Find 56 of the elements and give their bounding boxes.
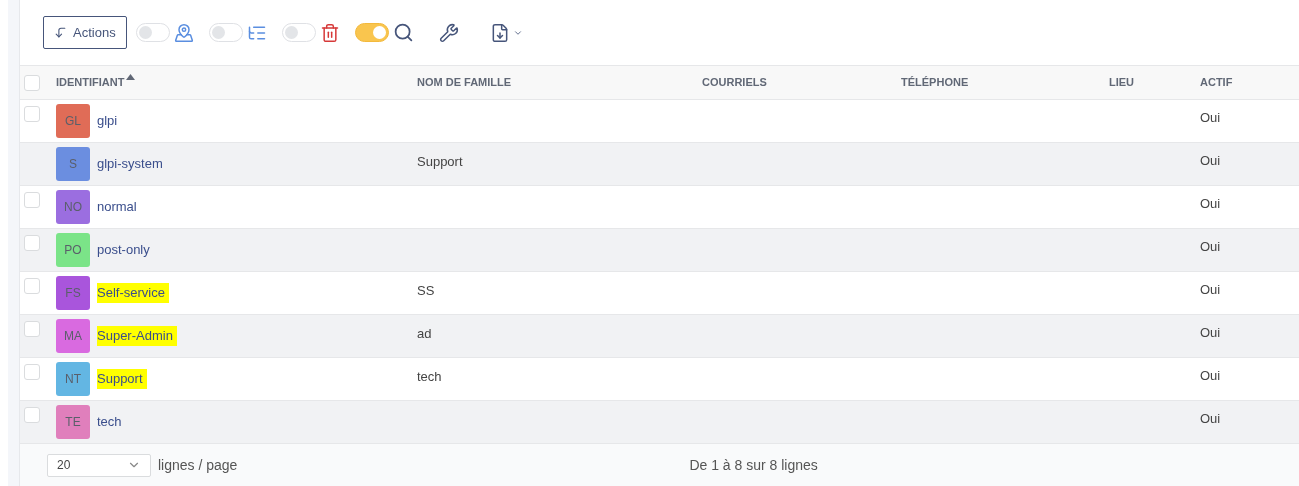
pagination-summary: De 1 à 8 sur 8 lignes (689, 455, 818, 475)
table-cell: Oui (1200, 411, 1221, 426)
column-header[interactable]: IDENTIFIANT (56, 74, 136, 91)
user-link[interactable]: normal (97, 197, 137, 217)
avatar: NO (56, 190, 90, 224)
avatar: TE (56, 405, 90, 439)
table-cell: Oui (1200, 325, 1221, 340)
user-link[interactable]: Self-service (97, 283, 169, 303)
user-link[interactable]: tech (97, 412, 122, 432)
table-cell: tech (417, 369, 442, 384)
user-link[interactable]: post-only (97, 240, 150, 260)
avatar: PO (56, 233, 90, 267)
wrench-icon[interactable] (438, 22, 459, 43)
delete-icon[interactable] (319, 22, 340, 43)
avatar: NT (56, 362, 90, 396)
table-cell: Oui (1200, 239, 1221, 254)
toggle-switch[interactable] (208, 23, 243, 42)
avatar: FS (56, 276, 90, 310)
toggle-switch[interactable] (135, 23, 170, 42)
row-checkbox[interactable] (24, 278, 40, 294)
column-header[interactable]: LIEU (1109, 74, 1135, 91)
row-checkbox[interactable] (24, 192, 40, 208)
column-header[interactable]: COURRIELS (702, 74, 767, 91)
table-cell: Oui (1200, 368, 1221, 383)
table-cell: Support (417, 154, 463, 169)
column-header[interactable]: TÉLÉPHONE (901, 74, 969, 91)
column-header[interactable]: NOM DE FAMILLE (417, 74, 512, 91)
user-link[interactable]: glpi (97, 111, 118, 131)
user-link[interactable]: Support (97, 369, 147, 389)
table-cell: ad (417, 326, 432, 341)
avatar: S (56, 147, 90, 181)
table-cell: Oui (1200, 282, 1221, 297)
map-pin-icon[interactable] (173, 22, 194, 43)
avatar: MA (56, 319, 90, 353)
table-cell: Oui (1200, 196, 1221, 211)
row-checkbox[interactable] (24, 106, 40, 122)
column-header[interactable]: ACTIF (1200, 74, 1233, 91)
sort-arrow-icon (126, 74, 136, 81)
row-checkbox[interactable] (24, 235, 40, 251)
search-icon[interactable] (392, 22, 414, 43)
table-cell: SS (417, 283, 435, 298)
row-checkbox[interactable] (24, 364, 40, 380)
toggle-switch[interactable] (281, 23, 316, 42)
table-cell: Oui (1200, 153, 1221, 168)
corner-arrow-icon (54, 26, 67, 39)
row-checkbox[interactable] (24, 407, 40, 423)
user-link[interactable]: Super-Admin (97, 326, 177, 346)
toggle-switch[interactable] (354, 23, 389, 42)
select-all-checkbox[interactable] (24, 74, 40, 91)
user-link[interactable]: glpi-system (97, 154, 163, 174)
page-size-label: lignes / page (158, 455, 238, 475)
row-checkbox[interactable] (24, 321, 40, 337)
table-cell: Oui (1200, 110, 1221, 125)
page-size-select[interactable]: 20 (47, 453, 151, 477)
actions-button[interactable]: Actions (43, 16, 127, 49)
avatar: GL (56, 104, 90, 138)
